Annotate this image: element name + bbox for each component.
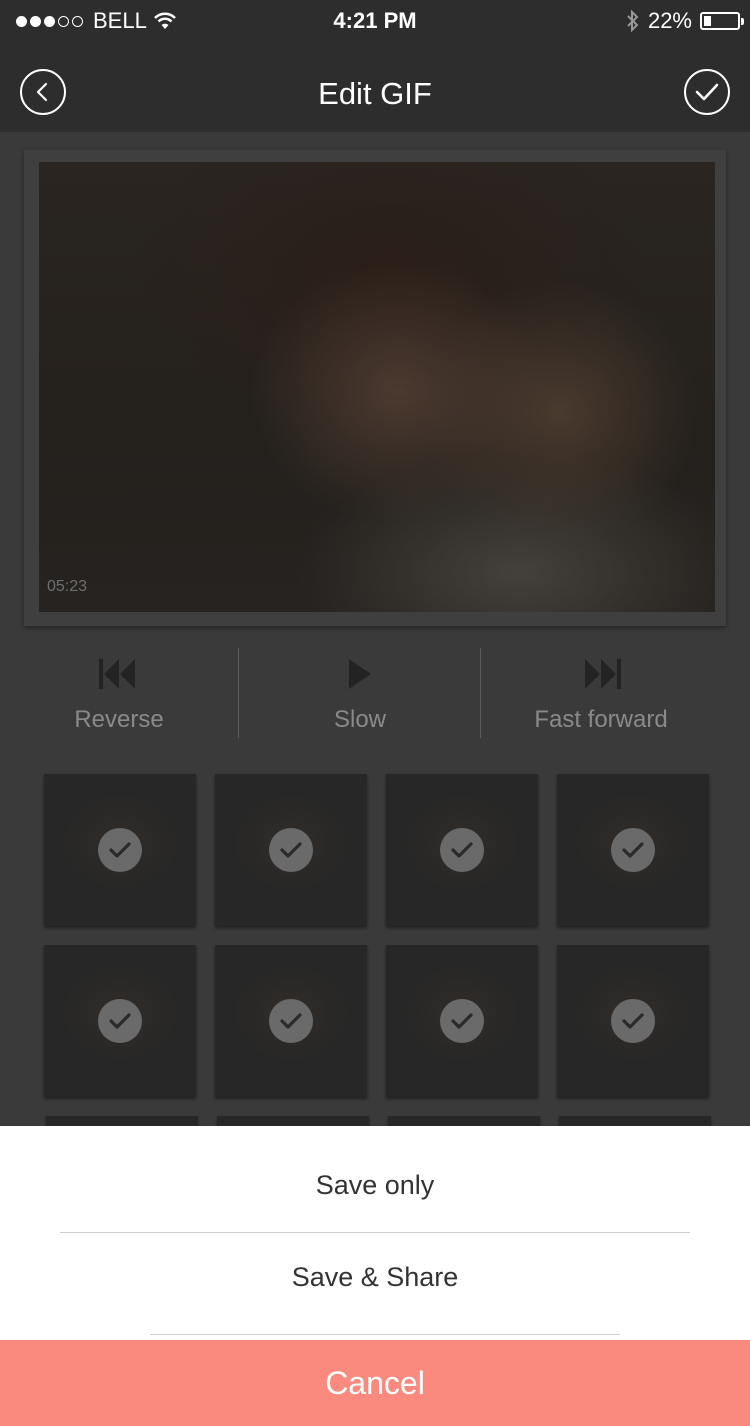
frame-thumbnail[interactable] <box>215 945 367 1097</box>
playback-controls: Reverse Slow Fast forward <box>0 644 750 754</box>
done-button[interactable] <box>684 69 730 115</box>
cancel-button[interactable]: Cancel <box>0 1340 750 1426</box>
control-divider <box>480 648 481 738</box>
checkmark-icon <box>98 999 142 1043</box>
frame-thumbnail[interactable] <box>557 945 709 1097</box>
slow-button[interactable]: Slow <box>240 644 480 754</box>
checkmark-icon <box>695 83 719 101</box>
bluetooth-icon <box>627 10 639 32</box>
checkmark-icon <box>98 828 142 872</box>
checkmark-icon <box>269 999 313 1043</box>
frame-thumbnail[interactable] <box>386 774 538 926</box>
frame-thumbnail[interactable] <box>215 774 367 926</box>
nav-bar: Edit GIF <box>0 40 750 132</box>
checkmark-icon <box>269 828 313 872</box>
frame-thumbnail[interactable] <box>44 774 196 926</box>
fast-forward-icon <box>585 659 621 689</box>
rewind-icon <box>99 659 135 689</box>
reverse-button[interactable]: Reverse <box>0 644 238 754</box>
preview-timestamp: 05:23 <box>47 578 88 595</box>
reverse-label: Reverse <box>74 706 164 733</box>
frame-thumbnail[interactable] <box>557 774 709 926</box>
action-sheet: Save only Save & Share Cancel <box>0 1126 750 1426</box>
frame-thumbnail[interactable] <box>386 945 538 1097</box>
gif-preview-image[interactable]: 05:23 <box>39 162 715 612</box>
editor-content: 05:23 Reverse Slow Fast forward <box>0 132 750 1268</box>
battery-icon <box>700 12 744 30</box>
save-only-button[interactable]: Save only <box>0 1140 750 1230</box>
slow-label: Slow <box>333 706 387 733</box>
gif-preview-card: 05:23 <box>24 150 726 626</box>
frame-thumbnail[interactable] <box>44 945 196 1097</box>
status-right: 22% <box>626 8 744 34</box>
sheet-divider <box>150 1334 620 1335</box>
checkmark-icon <box>440 828 484 872</box>
save-and-share-button[interactable]: Save & Share <box>0 1232 750 1322</box>
page-title: Edit GIF <box>318 76 432 111</box>
control-divider <box>238 648 239 738</box>
checkmark-icon <box>440 999 484 1043</box>
fast-forward-button[interactable]: Fast forward <box>482 644 720 754</box>
status-bar: BELL 4:21 PM 22% <box>0 0 750 40</box>
fast-forward-label: Fast forward <box>534 706 668 733</box>
checkmark-icon <box>611 999 655 1043</box>
play-icon <box>349 659 371 689</box>
checkmark-icon <box>611 828 655 872</box>
battery-percent: 22% <box>647 8 692 33</box>
